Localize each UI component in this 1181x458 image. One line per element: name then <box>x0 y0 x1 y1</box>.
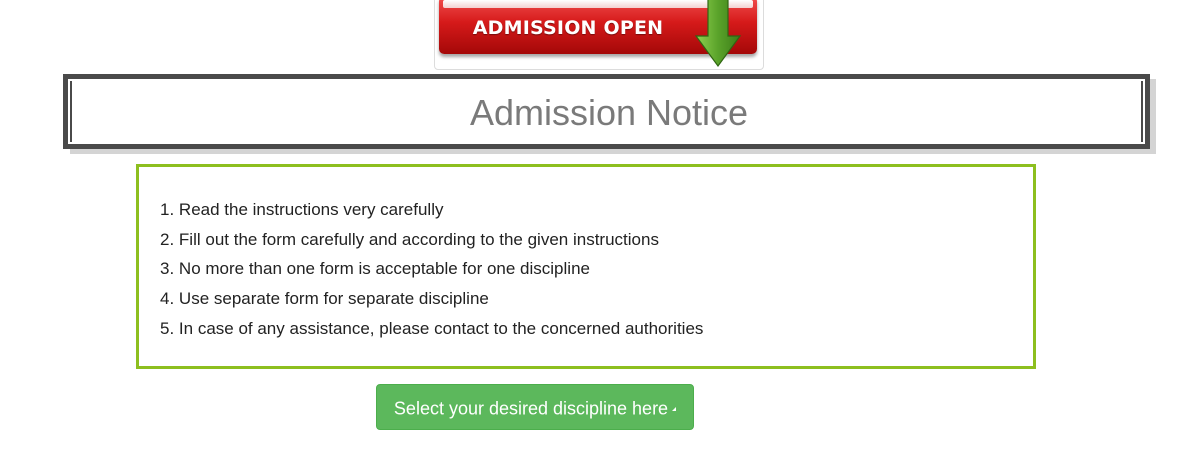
instruction-text: Use separate form for separate disciplin… <box>178 289 489 309</box>
instruction-number: 4. <box>160 289 175 309</box>
caret-icon <box>672 407 677 412</box>
instruction-text: No more than one form is acceptable for … <box>178 259 590 279</box>
instruction-item: 2. Fill out the form carefully and accor… <box>160 225 703 255</box>
instruction-number: 3. <box>160 259 175 279</box>
instruction-item: 4. Use separate form for separate discip… <box>160 284 703 314</box>
instruction-text: Fill out the form carefully and accordin… <box>178 229 659 249</box>
down-arrow-icon <box>694 0 742 68</box>
select-discipline-label: Select your desired discipline here <box>393 398 669 419</box>
instruction-number: 1. <box>160 200 175 219</box>
page-title: Admission Notice <box>469 92 749 133</box>
instruction-item: 3. No more than one form is acceptable f… <box>160 254 703 284</box>
instruction-number: 2. <box>160 229 175 249</box>
instruction-item: 1. Read the instructions very carefully <box>160 195 703 225</box>
instruction-number: 5. <box>160 318 175 338</box>
select-discipline-button[interactable]: Select your desired discipline here <box>376 384 694 430</box>
instruction-item: 5. In case of any assistance, please con… <box>160 314 703 344</box>
instruction-text: Read the instructions very carefully <box>178 200 444 219</box>
instructions-list: 1. Read the instructions very carefully … <box>160 195 703 344</box>
instructions-box: 1. Read the instructions very carefully … <box>136 164 1036 369</box>
admission-banner-text: ADMISSION OPEN <box>472 17 664 39</box>
instruction-text: In case of any assistance, please contac… <box>178 318 704 338</box>
